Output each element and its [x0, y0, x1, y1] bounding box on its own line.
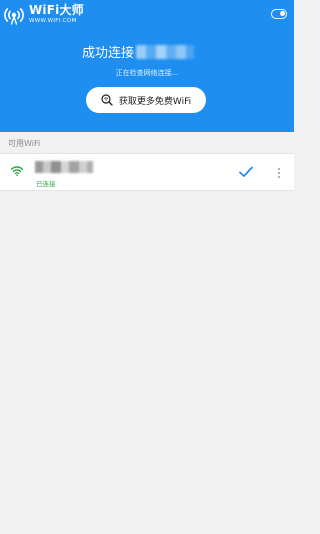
get-more-free-wifi-button[interactable]: 获取更多免费WiFi — [86, 87, 206, 113]
checkmark-icon — [239, 166, 253, 177]
connection-status: 成功连接 — [82, 42, 195, 61]
available-wifi-heading: 可用WiFi — [8, 139, 41, 148]
connection-check-text: 正在检查网络连接... — [115, 69, 179, 77]
wifi-connected-status: 已连接 — [36, 180, 56, 188]
toggle-icon[interactable] — [271, 9, 287, 19]
brand: WiFi大师 WWW.WIFI.COM — [29, 4, 84, 25]
wifi-signal-icon — [11, 166, 23, 176]
connection-status-label: 成功连接 — [82, 46, 135, 61]
toggle-knob — [280, 11, 285, 16]
wifi-master-logo-icon — [4, 6, 24, 26]
search-wifi-icon — [101, 94, 113, 106]
get-more-free-wifi-label: 获取更多免费WiFi — [118, 96, 192, 107]
app-title: WiFi大师 — [29, 3, 84, 17]
blurred-ssid — [136, 44, 195, 59]
wifi-list-item[interactable]: 已连接 — [0, 153, 294, 191]
more-vertical-icon[interactable] — [276, 166, 282, 180]
wifi-ssid-blurred — [35, 161, 93, 173]
header-banner: WiFi大师 WWW.WIFI.COM 成功连接 正在检查网络连接... 获取更… — [0, 0, 294, 132]
app-subtitle: WWW.WIFI.COM — [29, 18, 77, 24]
